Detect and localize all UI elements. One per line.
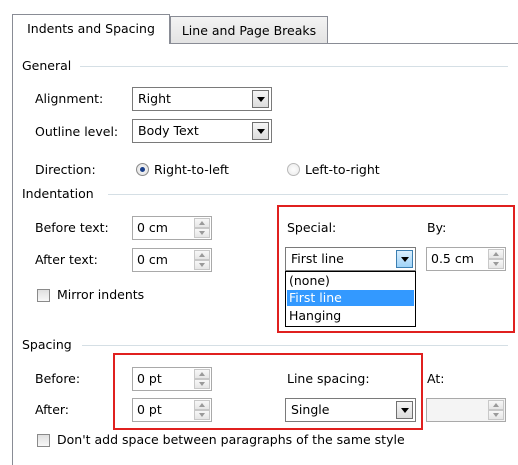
alignment-label: Alignment: [35, 91, 104, 106]
before-text-label: Before text: [35, 220, 109, 235]
spin-down-icon[interactable] [194, 260, 210, 270]
tab-indents-and-spacing[interactable]: Indents and Spacing [12, 14, 170, 44]
dont-add-space-checkbox[interactable] [37, 434, 50, 447]
after-text-value: 0 cm [137, 252, 168, 267]
indentation-heading: Indentation [22, 186, 94, 201]
general-divider [80, 66, 508, 67]
mirror-indents-checkbox[interactable] [37, 289, 50, 302]
at-label: At: [427, 371, 445, 386]
mirror-indents-label: Mirror indents [57, 287, 145, 302]
spin-up-icon[interactable] [488, 400, 504, 410]
highlight-spacing [113, 353, 423, 430]
spin-down-icon[interactable] [194, 228, 210, 238]
at-spinner[interactable] [426, 398, 506, 422]
radio-left-to-right[interactable] [287, 163, 300, 176]
special-option-none[interactable]: (none) [287, 273, 414, 289]
right-to-left-label: Right-to-left [154, 162, 229, 177]
special-option-first-line[interactable]: First line [287, 290, 414, 306]
spacing-heading: Spacing [22, 337, 72, 352]
dont-add-space-label: Don't add space between paragraphs of th… [57, 432, 405, 447]
chevron-down-icon[interactable] [252, 122, 269, 140]
alignment-value: Right [138, 91, 171, 106]
outline-level-label: Outline level: [35, 124, 119, 139]
tab-line-and-page-breaks[interactable]: Line and Page Breaks [170, 16, 328, 43]
after-text-label: After text: [35, 252, 98, 267]
special-option-hanging[interactable]: Hanging [287, 308, 414, 324]
tab-indents-label: Indents and Spacing [27, 21, 155, 36]
spin-up-icon[interactable] [194, 250, 210, 260]
indentation-divider [108, 194, 508, 195]
tab-line-breaks-label: Line and Page Breaks [181, 23, 317, 38]
chevron-down-icon[interactable] [252, 90, 269, 108]
before-text-spinner[interactable]: 0 cm [132, 216, 212, 240]
outline-level-select[interactable]: Body Text [132, 119, 272, 143]
outline-level-value: Body Text [138, 123, 199, 138]
radio-right-to-left[interactable] [136, 163, 149, 176]
direction-label: Direction: [35, 162, 96, 177]
spacing-before-label: Before: [35, 371, 81, 386]
after-text-spinner[interactable]: 0 cm [132, 248, 212, 272]
spacing-after-label: After: [35, 402, 70, 417]
before-text-value: 0 cm [137, 220, 168, 235]
alignment-select[interactable]: Right [132, 87, 272, 111]
spin-up-icon[interactable] [194, 218, 210, 228]
left-to-right-label: Left-to-right [305, 162, 380, 177]
general-heading: General [22, 58, 72, 73]
spacing-divider [82, 345, 508, 346]
special-dropdown-list: (none) First line Hanging [285, 271, 416, 327]
spin-down-icon[interactable] [488, 410, 504, 420]
